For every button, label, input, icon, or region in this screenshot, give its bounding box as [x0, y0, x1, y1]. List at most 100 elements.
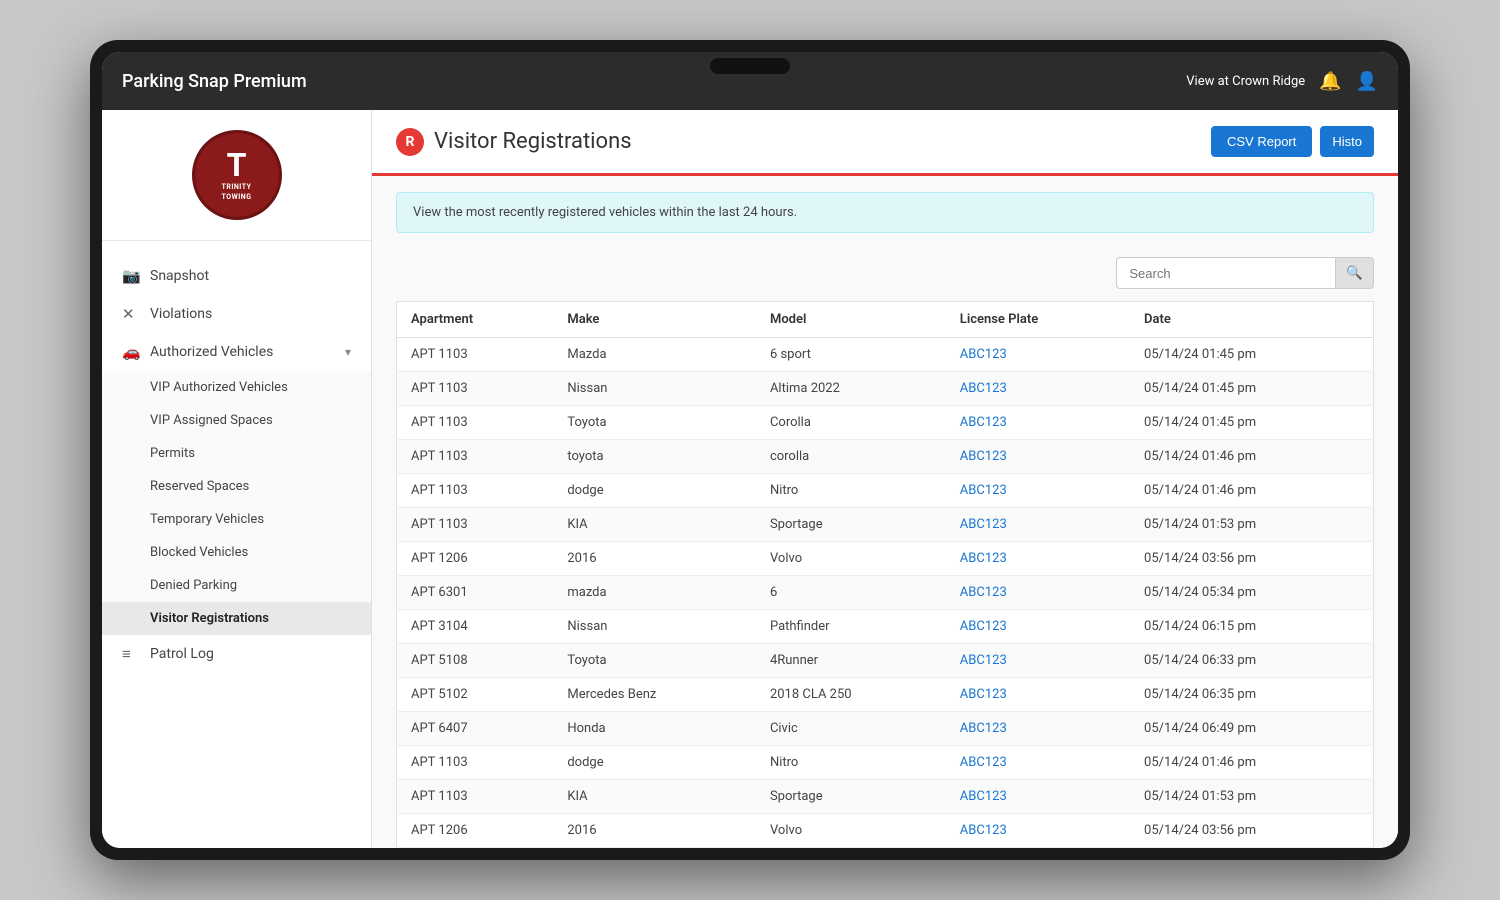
- cell-date: 05/14/24 01:45 pm: [1130, 338, 1373, 372]
- table-row: APT 5102 Mercedes Benz 2018 CLA 250 ABC1…: [397, 678, 1374, 712]
- cell-license: ABC123: [946, 848, 1130, 849]
- license-plate-link[interactable]: ABC123: [960, 755, 1007, 770]
- table-row: APT 1103 toyota corolla ABC123 05/14/24 …: [397, 440, 1374, 474]
- header-buttons: CSV Report Histo: [1211, 126, 1374, 157]
- submenu-reserved-spaces[interactable]: Reserved Spaces: [102, 470, 371, 503]
- cell-date: 05/14/24 03:56 pm: [1130, 814, 1373, 848]
- cell-license: ABC123: [946, 610, 1130, 644]
- cell-model: 2018 CLA 250: [756, 678, 946, 712]
- user-account-icon[interactable]: 👤: [1356, 71, 1378, 92]
- license-plate-link[interactable]: ABC123: [960, 687, 1007, 702]
- submenu-blocked-vehicles[interactable]: Blocked Vehicles: [102, 536, 371, 569]
- sidebar-item-authorized-vehicles[interactable]: 🚗 Authorized Vehicles ▾: [102, 333, 371, 371]
- cell-make: Nissan: [553, 372, 756, 406]
- cell-make: Nissan: [553, 610, 756, 644]
- cell-date: 05/14/24 03:56 pm: [1130, 542, 1373, 576]
- cell-make: 2016: [553, 814, 756, 848]
- logo-letter: T: [222, 149, 252, 181]
- main-content: R Visitor Registrations CSV Report Histo…: [372, 110, 1398, 848]
- license-plate-link[interactable]: ABC123: [960, 347, 1007, 362]
- cell-date: 05/14/24 01:46 pm: [1130, 474, 1373, 508]
- cell-license: ABC123: [946, 440, 1130, 474]
- col-model: Model: [756, 302, 946, 338]
- cell-license: ABC123: [946, 746, 1130, 780]
- cell-date: 05/14/24 01:46 pm: [1130, 440, 1373, 474]
- cell-apartment: APT 1103: [397, 508, 554, 542]
- sidebar-item-violations[interactable]: ✕ Violations: [102, 295, 371, 333]
- cell-model: Nitro: [756, 474, 946, 508]
- table-row: APT 6301 mazda 6 ABC123 05/14/24 05:34 p…: [397, 848, 1374, 849]
- sidebar-item-patrol-log[interactable]: ≡ Patrol Log: [102, 635, 371, 673]
- cell-make: dodge: [553, 746, 756, 780]
- submenu-visitor-registrations[interactable]: Visitor Registrations: [102, 602, 371, 635]
- submenu-permits[interactable]: Permits: [102, 437, 371, 470]
- table-row: APT 1206 2016 Volvo ABC123 05/14/24 03:5…: [397, 814, 1374, 848]
- table-row: APT 6407 Honda Civic ABC123 05/14/24 06:…: [397, 712, 1374, 746]
- submenu-denied-parking[interactable]: Denied Parking: [102, 569, 371, 602]
- table-row: APT 1103 KIA Sportage ABC123 05/14/24 01…: [397, 780, 1374, 814]
- notification-icon[interactable]: 🔔: [1319, 71, 1341, 92]
- table-row: APT 1206 2016 Volvo ABC123 05/14/24 03:5…: [397, 542, 1374, 576]
- submenu-temporary-vehicles[interactable]: Temporary Vehicles: [102, 503, 371, 536]
- cell-license: ABC123: [946, 712, 1130, 746]
- sidebar: T TRINITY TOWING 📷 Snapshot ✕ Violations: [102, 110, 372, 848]
- table-row: APT 1103 KIA Sportage ABC123 05/14/24 01…: [397, 508, 1374, 542]
- license-plate-link[interactable]: ABC123: [960, 415, 1007, 430]
- main-layout: T TRINITY TOWING 📷 Snapshot ✕ Violations: [102, 110, 1398, 848]
- cell-make: Honda: [553, 712, 756, 746]
- cell-make: toyota: [553, 440, 756, 474]
- cell-model: 6: [756, 576, 946, 610]
- license-plate-link[interactable]: ABC123: [960, 653, 1007, 668]
- violations-label: Violations: [150, 306, 351, 322]
- cell-make: mazda: [553, 576, 756, 610]
- cell-apartment: APT 1103: [397, 372, 554, 406]
- authorized-vehicles-icon: 🚗: [122, 343, 140, 361]
- col-make: Make: [553, 302, 756, 338]
- cell-apartment: APT 1206: [397, 814, 554, 848]
- license-plate-link[interactable]: ABC123: [960, 449, 1007, 464]
- chevron-down-icon: ▾: [345, 345, 351, 359]
- view-location-link[interactable]: View at Crown Ridge: [1186, 74, 1305, 89]
- histo-button[interactable]: Histo: [1320, 126, 1374, 157]
- submenu-vip-assigned[interactable]: VIP Assigned Spaces: [102, 404, 371, 437]
- table-row: APT 6301 mazda 6 ABC123 05/14/24 05:34 p…: [397, 576, 1374, 610]
- table-row: APT 1103 dodge Nitro ABC123 05/14/24 01:…: [397, 746, 1374, 780]
- license-plate-link[interactable]: ABC123: [960, 823, 1007, 838]
- cell-make: dodge: [553, 474, 756, 508]
- cell-license: ABC123: [946, 678, 1130, 712]
- license-plate-link[interactable]: ABC123: [960, 483, 1007, 498]
- search-input[interactable]: [1116, 257, 1336, 289]
- cell-date: 05/14/24 01:46 pm: [1130, 746, 1373, 780]
- patrol-log-icon: ≡: [122, 645, 140, 663]
- license-plate-link[interactable]: ABC123: [960, 619, 1007, 634]
- cell-model: Nitro: [756, 746, 946, 780]
- cell-model: corolla: [756, 440, 946, 474]
- license-plate-link[interactable]: ABC123: [960, 789, 1007, 804]
- cell-model: Civic: [756, 712, 946, 746]
- submenu-vip-authorized[interactable]: VIP Authorized Vehicles: [102, 371, 371, 404]
- license-plate-link[interactable]: ABC123: [960, 381, 1007, 396]
- cell-license: ABC123: [946, 338, 1130, 372]
- registrations-table: Apartment Make Model License Plate Date …: [396, 301, 1374, 848]
- license-plate-link[interactable]: ABC123: [960, 551, 1007, 566]
- cell-license: ABC123: [946, 814, 1130, 848]
- license-plate-link[interactable]: ABC123: [960, 721, 1007, 736]
- search-button[interactable]: 🔍: [1336, 257, 1374, 289]
- content-header: R Visitor Registrations CSV Report Histo: [372, 110, 1398, 176]
- sidebar-item-snapshot[interactable]: 📷 Snapshot: [102, 257, 371, 295]
- cell-make: mazda: [553, 848, 756, 849]
- logo-line2: TOWING: [222, 193, 252, 201]
- cell-license: ABC123: [946, 474, 1130, 508]
- cell-apartment: APT 6301: [397, 848, 554, 849]
- csv-report-button[interactable]: CSV Report: [1211, 126, 1312, 157]
- license-plate-link[interactable]: ABC123: [960, 585, 1007, 600]
- col-apartment: Apartment: [397, 302, 554, 338]
- license-plate-link[interactable]: ABC123: [960, 517, 1007, 532]
- info-banner: View the most recently registered vehicl…: [396, 192, 1374, 233]
- cell-model: Volvo: [756, 814, 946, 848]
- table-row: APT 1103 Mazda 6 sport ABC123 05/14/24 0…: [397, 338, 1374, 372]
- header-right: View at Crown Ridge 🔔 👤: [1186, 71, 1378, 92]
- violations-icon: ✕: [122, 305, 140, 323]
- table-row: APT 1103 dodge Nitro ABC123 05/14/24 01:…: [397, 474, 1374, 508]
- cell-model: 4Runner: [756, 644, 946, 678]
